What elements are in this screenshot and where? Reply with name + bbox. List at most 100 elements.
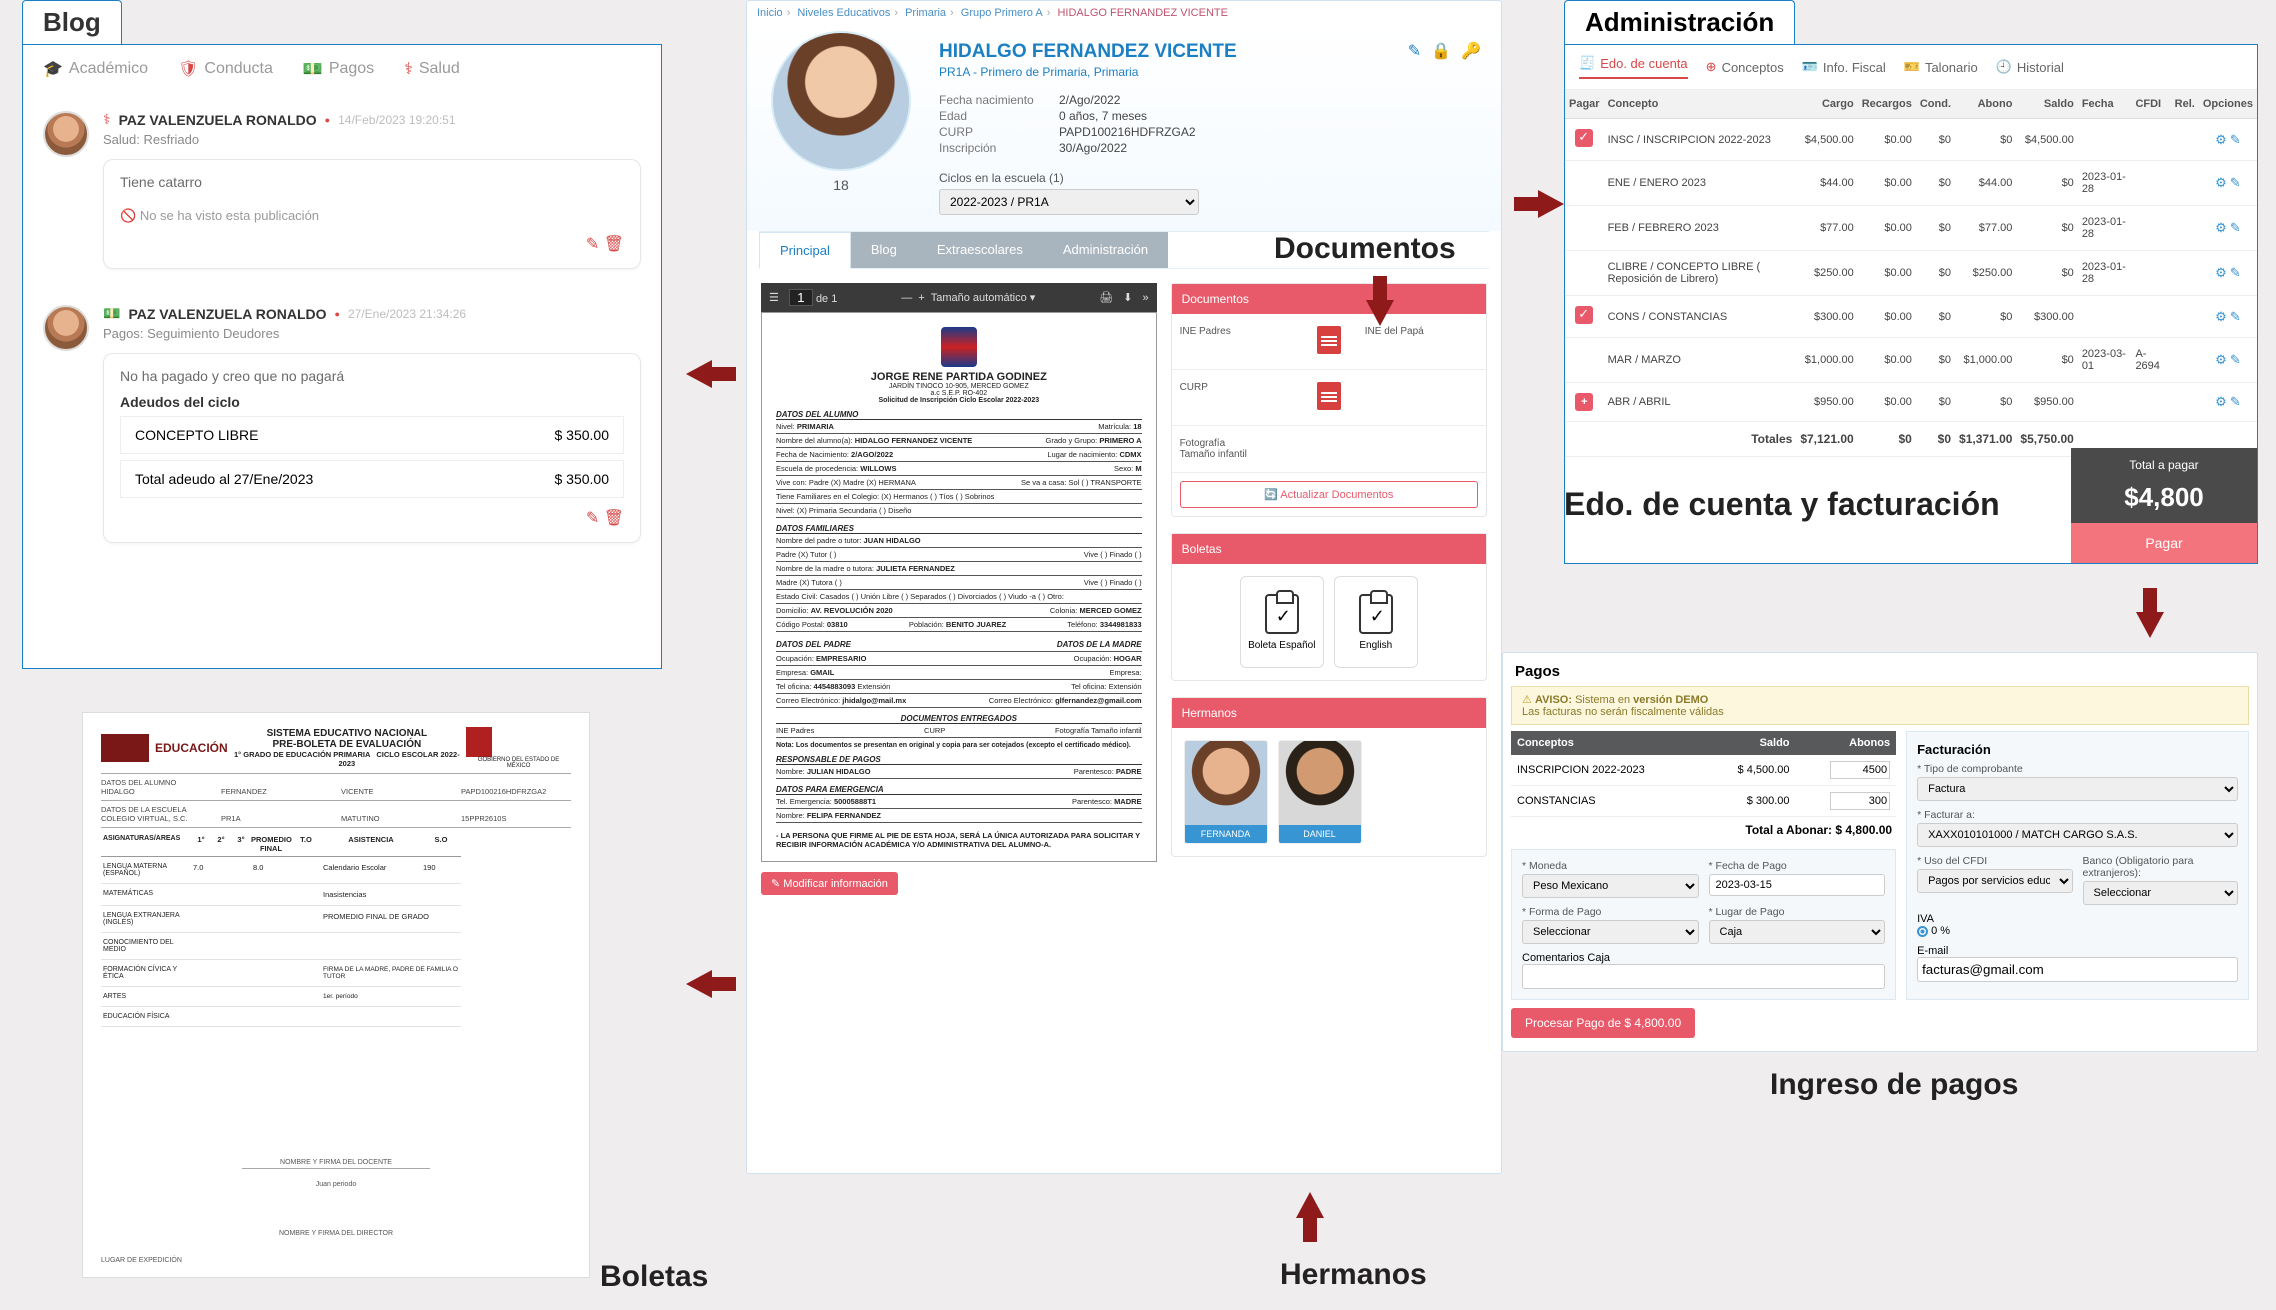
pay-button[interactable]: Pagar — [2071, 523, 2257, 563]
email-input[interactable] — [1917, 957, 2238, 982]
edit-icon[interactable]: ✎ — [586, 510, 599, 527]
tipo-comprobante-select[interactable]: Factura — [1917, 777, 2238, 801]
breadcrumb[interactable]: Inicio› Niveles Educativos› Primaria› Gr… — [747, 1, 1501, 25]
cycle-select[interactable]: 2022-2023 / PR1A — [939, 189, 1199, 215]
table-row: CLIBRE / CONCEPTO LIBRE ( Reposición de … — [1565, 251, 2257, 296]
trash-icon[interactable]: 🗑 — [604, 510, 624, 527]
edit-icon[interactable]: ✎ — [2230, 309, 2241, 324]
gear-icon[interactable]: ⚙ — [2215, 175, 2227, 190]
pdf-toolbar[interactable]: ☰ de 1 — + Tamaño automático ▾ 🖨 ⬇ » — [761, 283, 1157, 312]
gear-icon[interactable]: ⚙ — [2215, 132, 2227, 147]
gear-icon[interactable]: ⚙ — [2215, 265, 2227, 280]
sibling-card[interactable]: FERNANDA — [1184, 740, 1268, 844]
gear-icon[interactable]: ⚙ — [2215, 352, 2227, 367]
school-shield-icon — [941, 327, 977, 367]
avatar — [43, 111, 89, 157]
payment-form: * MonedaPeso Mexicano * Fecha de Pago * … — [1511, 849, 1896, 1000]
iva-radio[interactable] — [1917, 926, 1928, 937]
gear-icon[interactable]: ⚙ — [2215, 309, 2227, 324]
tab-info-fiscal[interactable]: 🪪Info. Fiscal — [1802, 55, 1886, 79]
key-icon[interactable]: 🔑 — [1461, 41, 1481, 215]
post-card: Tiene catarro 🚫 No se ha visto esta publ… — [103, 159, 641, 269]
forma-pago-select[interactable]: Seleccionar — [1522, 920, 1699, 944]
fecha-pago-input[interactable] — [1709, 874, 1886, 896]
post-subtitle: Salud: Resfriado — [103, 132, 641, 147]
gear-icon[interactable]: ⚙ — [2215, 220, 2227, 235]
post-body-text: No ha pagado y creo que no pagará — [120, 368, 624, 384]
hermanos-label: Hermanos — [1280, 1258, 1427, 1292]
edit-icon[interactable]: ✎ — [2230, 265, 2241, 280]
table-row: FEB / FEBRERO 2023$77.00$0.00$0$77.00$02… — [1565, 206, 2257, 251]
avatar — [43, 305, 89, 351]
edit-icon[interactable]: ✎ — [2230, 220, 2241, 235]
page-input[interactable] — [789, 289, 813, 306]
health-icon: ⚕ — [404, 59, 413, 79]
card-header: Hermanos — [1172, 698, 1486, 728]
sibling-card[interactable]: DANIEL — [1278, 740, 1362, 844]
uso-cfdi-select[interactable]: Pagos por servicios educativos — [1917, 869, 2072, 893]
edit-icon[interactable]: ✎ — [586, 236, 599, 253]
sidebar-icon[interactable]: ☰ — [769, 291, 779, 304]
edit-icon[interactable]: ✎ — [2230, 132, 2241, 147]
boleta-en-button[interactable]: English — [1334, 576, 1418, 668]
tab-historial[interactable]: 🕘Historial — [1996, 55, 2064, 79]
tab-extraescolares[interactable]: Extraescolares — [917, 232, 1043, 268]
boleta-title: SISTEMA EDUCATIVO NACIONALPRE-BOLETA DE … — [228, 728, 466, 768]
abono-input[interactable] — [1830, 761, 1890, 779]
gear-icon[interactable]: ⚙ — [2215, 394, 2227, 409]
avatar — [1279, 741, 1361, 825]
more-icon[interactable]: » — [1142, 292, 1148, 304]
lugar-pago-select[interactable]: Caja — [1709, 920, 1886, 944]
debt-row: Total adeudo al 27/Ene/2023$ 350.00 — [120, 460, 624, 498]
cat-academico[interactable]: 🎓Académico — [43, 59, 148, 79]
tab-conceptos[interactable]: ⊕Conceptos — [1706, 55, 1784, 79]
abono-input[interactable] — [1830, 792, 1890, 810]
add-button[interactable]: + — [1575, 393, 1593, 411]
tab-administracion[interactable]: Administración — [1043, 232, 1168, 268]
edit-icon[interactable]: ✎ — [2230, 175, 2241, 190]
arrow-icon — [2136, 612, 2164, 638]
tab-edo[interactable]: 🧾Edo. de cuenta — [1579, 55, 1688, 79]
pdf-icon[interactable] — [1317, 382, 1341, 410]
print-icon[interactable]: 🖨 — [1099, 291, 1113, 304]
avatar — [1185, 741, 1267, 825]
section-heading: DATOS DE LA ESCUELA — [101, 805, 571, 814]
edit-icon[interactable]: ✎ — [1408, 41, 1421, 215]
facturar-a-select[interactable]: XAXX010101000 / MATCH CARGO S.A.S. — [1917, 823, 2238, 847]
moneda-select[interactable]: Peso Mexicano — [1522, 874, 1699, 898]
checkbox-checked[interactable] — [1575, 129, 1593, 147]
cat-salud[interactable]: ⚕Salud — [404, 59, 460, 79]
banco-select[interactable]: Seleccionar — [2083, 881, 2238, 905]
boleta-es-button[interactable]: Boleta Español — [1240, 576, 1324, 668]
arrow-icon — [686, 970, 712, 998]
avatar — [771, 31, 911, 171]
post-author: PAZ VALENZUELA RONALDO — [119, 112, 317, 128]
boleta-preview: EDUCACIÓN SISTEMA EDUCATIVO NACIONALPRE-… — [82, 712, 590, 1278]
tab-talonario[interactable]: 🎫Talonario — [1904, 55, 1978, 79]
checkbox-checked[interactable] — [1575, 306, 1593, 324]
documentos-label: Documentos — [1274, 232, 1456, 266]
trash-icon[interactable]: 🗑 — [604, 236, 624, 253]
ingreso-label: Ingreso de pagos — [1770, 1068, 2018, 1102]
plus-circle-icon: ⊕ — [1706, 59, 1717, 75]
edit-icon[interactable]: ✎ — [2230, 352, 2241, 367]
modify-info-button[interactable]: ✎ Modificar información — [761, 872, 898, 895]
tab-principal[interactable]: Principal — [759, 232, 851, 269]
cat-conducta[interactable]: 🛡Conducta — [178, 59, 273, 79]
admin-tab[interactable]: Administración — [1564, 0, 1795, 44]
edit-icon[interactable]: ✎ — [2230, 394, 2241, 409]
tab-blog[interactable]: Blog — [851, 232, 917, 268]
demo-warning: ⚠ AVISO: Sistema en versión DEMOLas fact… — [1511, 686, 2249, 725]
update-documents-button[interactable]: 🔄 Actualizar Documentos — [1180, 481, 1478, 508]
procesar-pago-button[interactable]: Procesar Pago de $ 4,800.00 — [1511, 1008, 1695, 1038]
hermanos-card: Hermanos FERNANDA DANIEL — [1171, 697, 1487, 857]
lock-icon[interactable]: 🔒 — [1431, 41, 1451, 215]
shield-icon: 🛡 — [178, 59, 198, 79]
comentarios-input[interactable] — [1522, 964, 1885, 989]
blog-tab[interactable]: Blog — [22, 0, 122, 44]
receipt-icon: 🧾 — [1579, 55, 1595, 71]
post-date: 27/Ene/2023 21:34:26 — [348, 307, 466, 321]
cat-pagos[interactable]: 💵Pagos — [303, 59, 374, 79]
download-icon[interactable]: ⬇ — [1123, 291, 1132, 304]
pdf-icon[interactable] — [1317, 326, 1341, 354]
